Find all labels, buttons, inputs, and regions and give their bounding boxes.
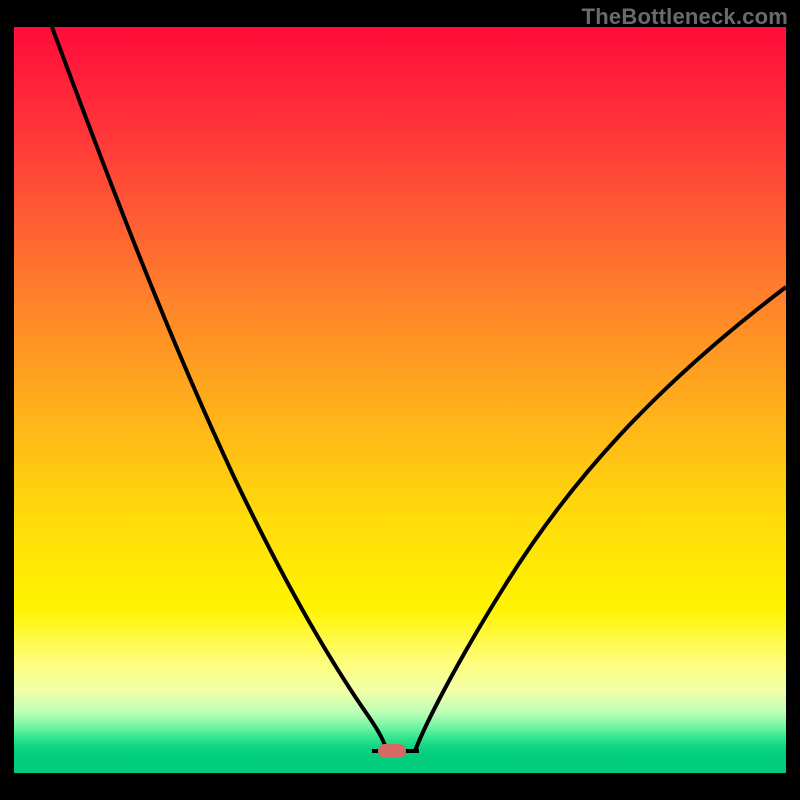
- curve-left: [52, 27, 386, 751]
- bottleneck-marker: [378, 744, 406, 758]
- bottleneck-curves: [14, 27, 786, 773]
- plot-area: [14, 27, 786, 773]
- watermark-text: TheBottleneck.com: [582, 4, 788, 30]
- curve-right: [415, 287, 786, 751]
- chart-frame: TheBottleneck.com: [0, 0, 800, 800]
